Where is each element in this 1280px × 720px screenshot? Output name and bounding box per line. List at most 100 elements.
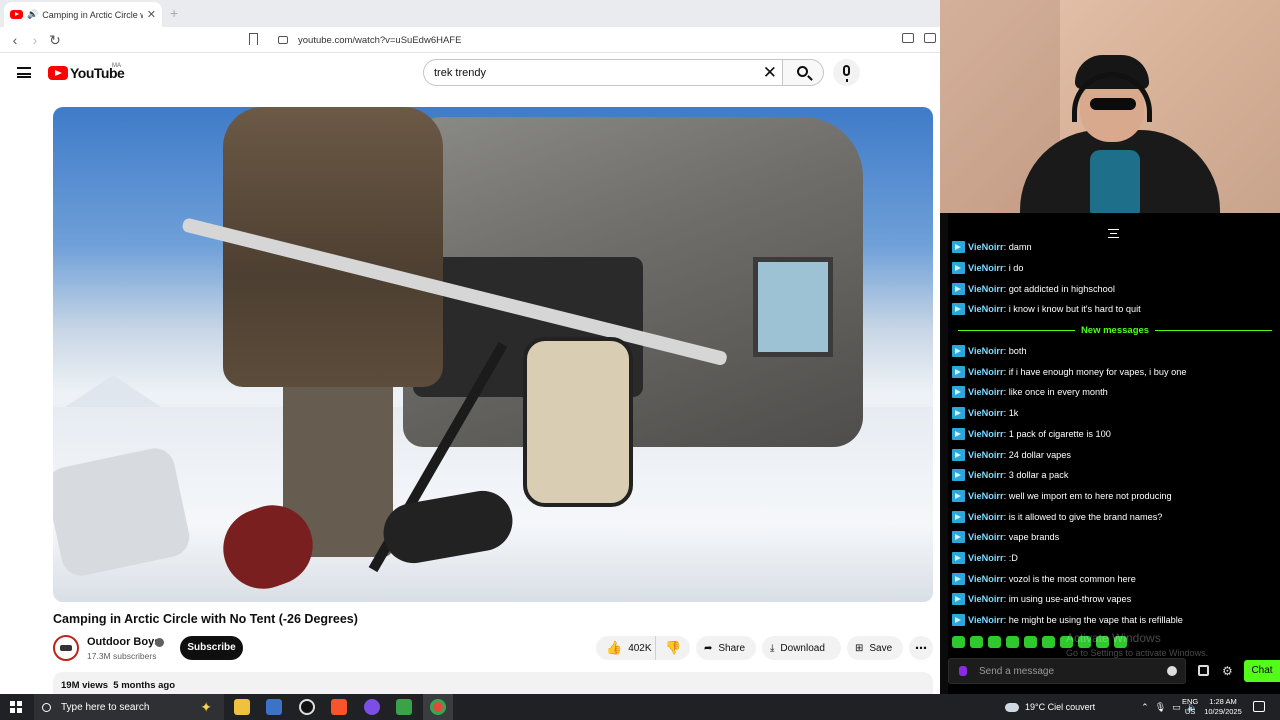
chat-text: 1 pack of cigarette is 100 [1008,428,1111,439]
chat-username[interactable]: VieNoirr [968,304,1004,314]
clock-date: 10/29/2025 [1204,707,1242,716]
share-button[interactable]: ➦ Share [696,636,756,660]
emote-icon[interactable] [1042,636,1055,648]
emote-icon[interactable] [970,636,983,648]
more-actions-button[interactable]: ⋯ [909,636,933,660]
chat-message: VieNoirr: if i have enough money for vap… [952,361,1278,382]
new-messages-label: New messages [1080,324,1150,336]
chat-username[interactable]: VieNoirr [968,263,1004,273]
weather-cloud-icon[interactable] [1005,702,1019,712]
video-title: Camping in Arctic Circle with No Tent (-… [53,612,358,626]
chat-text: vozol is the most common here [1008,573,1136,584]
gear-icon[interactable]: ⚙ [1222,664,1233,678]
emote-icon[interactable] [952,636,965,648]
emote-icon[interactable] [1006,636,1019,648]
obs-icon[interactable] [299,699,315,715]
menu-icon[interactable] [17,67,31,78]
chat-username[interactable]: VieNoirr [968,512,1004,522]
close-tab-icon[interactable]: ✕ [147,8,156,21]
network-icon[interactable]: ▭ [1172,702,1181,713]
streamer-shirt [1090,150,1140,213]
chat-username[interactable]: VieNoirr [968,594,1004,604]
emote-icon[interactable] [988,636,1001,648]
search-query: trek trendy [434,66,486,79]
site-info-icon[interactable] [278,36,288,44]
chat-message: VieNoirr: well we import em to here not … [952,486,1278,507]
share-page-icon[interactable] [924,33,936,43]
chat-username[interactable]: VieNoirr [968,242,1004,252]
download-button[interactable]: ⤓ Download [762,636,841,660]
chat-username[interactable]: VieNoirr [968,346,1004,356]
chat-text: i do [1008,263,1024,274]
browser-tab[interactable]: 🔊 Camping in Arctic Circle with ✕ [4,2,162,27]
address-bar[interactable]: youtube.com/watch?v=uSuEdw6HAFE [270,30,938,50]
chat-message: VieNoirr: got addicted in highschool [952,278,1278,299]
view-count: 19M views [61,680,108,691]
chat-text: :D [1008,552,1018,563]
subscribe-button[interactable]: Subscribe [180,636,243,660]
dislike-button[interactable]: 👎 [656,640,681,656]
chat-message: VieNoirr: vape brands [952,527,1278,548]
chat-message-list: VieNoirr: damn VieNoirr: i do VieNoirr: … [952,237,1278,630]
chat-input[interactable]: Send a message [948,658,1186,684]
chat-username[interactable]: VieNoirr [968,429,1004,439]
chat-username[interactable]: VieNoirr [968,387,1004,397]
description-box[interactable]: 19M views 5 months ago [53,672,933,694]
send-chat-button[interactable]: Chat [1244,660,1280,682]
chat-username[interactable]: VieNoirr [968,450,1004,460]
windows-activation-watermark: Activate Windows [1066,631,1161,645]
clear-search-icon[interactable]: ✕ [763,63,777,83]
notification-icon[interactable] [1253,701,1265,712]
search-button[interactable] [782,59,824,86]
weather-text[interactable]: 19°C Ciel couvert [1025,702,1095,712]
minecraft-icon[interactable] [396,699,412,715]
calculator-icon[interactable] [266,699,282,715]
chat-username[interactable]: VieNoirr [968,491,1004,501]
chat-message: VieNoirr: i do [952,258,1278,279]
chat-text: im using use-and-throw vapes [1008,594,1132,605]
save-button[interactable]: ⊞ Save [847,636,903,660]
chat-text: 24 dollar vapes [1008,449,1071,460]
speaker-icon[interactable]: 🔊 [27,9,38,20]
microphone-tray-icon[interactable]: 🎙 [1155,702,1166,713]
chat-message: VieNoirr: i know i know but it's hard to… [952,299,1278,320]
back-icon[interactable]: ‹ [6,31,24,49]
chat-username[interactable]: VieNoirr [968,553,1004,563]
chat-username[interactable]: VieNoirr [968,574,1004,584]
chat-username[interactable]: VieNoirr [968,470,1004,480]
chat-username[interactable]: VieNoirr [968,367,1004,377]
gift-icon[interactable] [1198,665,1209,676]
install-app-icon[interactable] [902,33,914,43]
windows-start-icon[interactable] [10,701,22,713]
chrome-taskbar-active[interactable] [423,694,453,720]
taskbar-search[interactable]: Type here to search ✦ [34,694,224,720]
reload-icon[interactable]: ↻ [46,31,64,49]
taskbar-clock[interactable]: 1:28 AM 10/29/2025 [1200,697,1246,717]
chat-username[interactable]: VieNoirr [968,408,1004,418]
chat-message: VieNoirr: vozol is the most common here [952,568,1278,589]
chat-username[interactable]: VieNoirr [968,532,1004,542]
chevron-up-icon[interactable]: ⌃ [1141,702,1149,713]
file-explorer-icon[interactable] [234,699,250,715]
share-icon: ➦ [704,642,713,654]
channel-name[interactable]: Outdoor Boys [87,636,160,648]
like-button[interactable]: 👍 402K [596,636,656,660]
forward-icon[interactable]: › [26,31,44,49]
brave-icon[interactable] [331,699,347,715]
bookmark-icon[interactable] [249,33,258,45]
new-tab-icon[interactable]: + [170,5,178,21]
channel-avatar[interactable] [53,635,79,661]
chat-username[interactable]: VieNoirr [968,615,1004,625]
country-code: MA [112,63,121,69]
voice-search-button[interactable] [833,59,860,86]
windows-activation-hint: Go to Settings to activate Windows. [1066,648,1209,658]
chat-username[interactable]: VieNoirr [968,284,1004,294]
input-language[interactable]: ENG US [1182,697,1198,717]
app-circle-icon[interactable] [364,699,380,715]
new-messages-divider: New messages [952,320,1278,341]
emoji-picker-icon[interactable] [1167,666,1177,676]
search-input[interactable]: trek trendy ✕ [423,59,785,86]
emote-icon[interactable] [1024,636,1037,648]
video-player[interactable] [53,107,933,602]
chat-text: if i have enough money for vapes, i buy … [1008,366,1187,377]
